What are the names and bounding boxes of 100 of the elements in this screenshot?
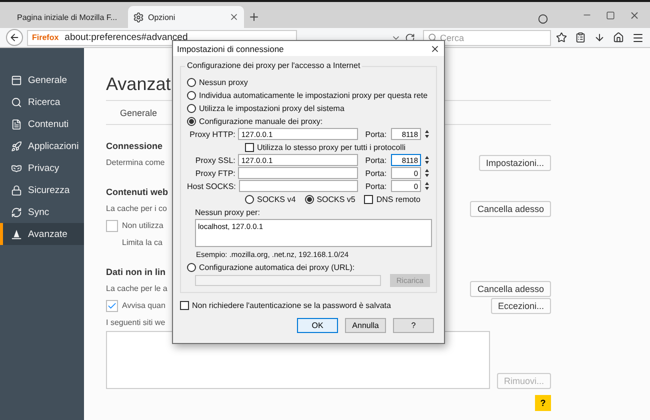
spinner-icon[interactable] <box>424 167 430 179</box>
sidebar-label: Avanzate <box>28 228 68 240</box>
document-icon <box>11 118 22 130</box>
lock-icon <box>11 184 22 196</box>
field-label: Host SOCKS: <box>187 182 236 190</box>
download-icon[interactable] <box>594 32 605 42</box>
checkbox-label: Avvisa quan <box>122 301 166 310</box>
spinner-icon[interactable] <box>424 180 430 192</box>
port-label: Porta: <box>365 182 388 190</box>
radio-button[interactable] <box>245 194 254 204</box>
dialog-title: Impostazioni di connessione <box>177 44 284 54</box>
checkbox-label: Non utilizza <box>122 221 164 230</box>
radio-button[interactable] <box>304 194 314 204</box>
close-icon[interactable] <box>430 44 440 54</box>
radio-button[interactable] <box>187 116 196 126</box>
panel-icon <box>11 74 22 86</box>
action-button[interactable]: Eccezioni... <box>490 298 551 314</box>
checkbox-label: DNS remoto <box>376 194 420 204</box>
port-label: Porta: <box>365 130 388 138</box>
description-text: La cache per le a <box>106 284 168 293</box>
description-text: I seguenti siti we <box>106 318 166 327</box>
hat-icon <box>11 228 22 240</box>
sidebar-label: Applicazioni <box>28 140 79 152</box>
hint-text: Limita la ca <box>121 238 162 247</box>
checkbox[interactable] <box>245 142 254 152</box>
dialog-button[interactable]: OK <box>297 318 338 333</box>
dialog-button[interactable]: ? <box>393 318 434 333</box>
new-tab-icon[interactable] <box>248 11 260 23</box>
checkbox[interactable] <box>180 300 189 310</box>
radio-button[interactable] <box>187 262 196 272</box>
sidebar-label: Sicurezza <box>28 184 70 196</box>
checkbox[interactable] <box>364 194 374 204</box>
action-button[interactable]: Impostazioni... <box>478 154 551 170</box>
section-heading: Dati non in lin <box>106 266 166 276</box>
group-legend: Configurazione dei proxy per l'accesso a Internet <box>185 61 362 70</box>
maximize-icon[interactable] <box>606 10 615 20</box>
clipboard-icon[interactable] <box>575 32 586 42</box>
sidebar-item[interactable]: Sicurezza <box>0 179 84 201</box>
spinner-icon[interactable] <box>424 128 430 140</box>
host-field[interactable] <box>238 180 358 192</box>
action-button[interactable]: Cancella adesso <box>470 280 551 296</box>
port-label: Porta: <box>365 156 388 164</box>
radio-label: Configurazione manuale dei proxy: <box>199 116 323 126</box>
tab-title: Pagina iniziale di Mozilla F... <box>17 12 118 22</box>
sidebar-label: Privacy <box>28 162 60 174</box>
radio-label: Configurazione automatica dei proxy (URL): <box>199 262 355 272</box>
search-icon <box>428 33 437 42</box>
sidebar-item[interactable]: Contenuti <box>0 113 84 135</box>
url-field[interactable] <box>195 275 381 286</box>
back-button[interactable] <box>6 29 23 46</box>
spinner-icon[interactable] <box>424 154 430 166</box>
radio-label: SOCKS v5 <box>316 194 356 204</box>
sync-icon <box>11 206 22 218</box>
browser-tab[interactable]: Pagina iniziale di Mozilla F... <box>8 6 124 28</box>
tab[interactable]: Generale <box>120 108 158 118</box>
sidebar-item[interactable]: Sync <box>0 201 84 223</box>
sidebar-label: Contenuti <box>28 118 69 130</box>
checkbox[interactable] <box>106 300 118 312</box>
sidebar-item[interactable]: Avanzate <box>0 223 84 245</box>
browser-tab[interactable]: Opzioni <box>128 6 244 28</box>
home-icon[interactable] <box>613 32 624 42</box>
back-arrow-icon[interactable] <box>9 32 20 43</box>
radio-label: SOCKS v4 <box>257 194 296 204</box>
radio-button[interactable] <box>187 78 196 86</box>
description-text: La cache per i co <box>106 204 167 213</box>
host-field[interactable] <box>238 167 358 179</box>
action-button[interactable]: Cancella adesso <box>470 200 551 216</box>
field-label: Proxy HTTP: <box>188 130 236 138</box>
radio-label: Nessun proxy <box>199 78 248 86</box>
help-button[interactable]: ? <box>535 395 551 411</box>
checkbox-label: Non richiedere l'autenticazione se la password è salvata <box>192 300 391 310</box>
sidebar-label: Ricerca <box>28 96 60 108</box>
section-heading: Contenuti web <box>106 186 168 196</box>
close-tab-icon[interactable] <box>229 12 239 22</box>
menu-icon[interactable] <box>632 32 644 44</box>
radio-label: Individua automaticamente le impostazioni proxy per questa rete <box>199 90 428 100</box>
tab-title: Opzioni <box>148 12 176 22</box>
sidebar-label: Sync <box>28 206 50 218</box>
sidebar-item[interactable]: Generale <box>0 69 84 91</box>
radio-label: Utilizza le impostazioni proxy del sistema <box>199 104 344 112</box>
sidebar-item[interactable]: Privacy <box>0 157 84 179</box>
radio-button[interactable] <box>187 104 196 112</box>
section-heading: Connessione <box>106 140 163 150</box>
checkbox[interactable] <box>106 220 118 232</box>
field-label: Nessun proxy per: <box>195 208 260 216</box>
bookmark-star-icon[interactable] <box>556 32 567 42</box>
checkbox-label: Utilizza lo stesso proxy per tutti i protocolli <box>257 142 406 152</box>
radio-button[interactable] <box>187 90 196 100</box>
url-text: about:preferences#advanced <box>64 32 188 43</box>
search-icon <box>11 96 22 108</box>
rocket-icon <box>11 140 22 152</box>
field-label: Proxy SSL: <box>194 156 236 164</box>
sidebar-item[interactable]: Applicazioni <box>0 135 84 157</box>
port-label: Porta: <box>365 168 388 178</box>
sidebar-label: Generale <box>28 74 68 86</box>
description-text: Determina come <box>106 158 165 167</box>
dialog-button[interactable]: Annulla <box>345 318 386 333</box>
circle-icon[interactable] <box>538 14 548 24</box>
sidebar-item[interactable]: Ricerca <box>0 91 84 113</box>
field-label: Proxy FTP: <box>194 168 236 178</box>
